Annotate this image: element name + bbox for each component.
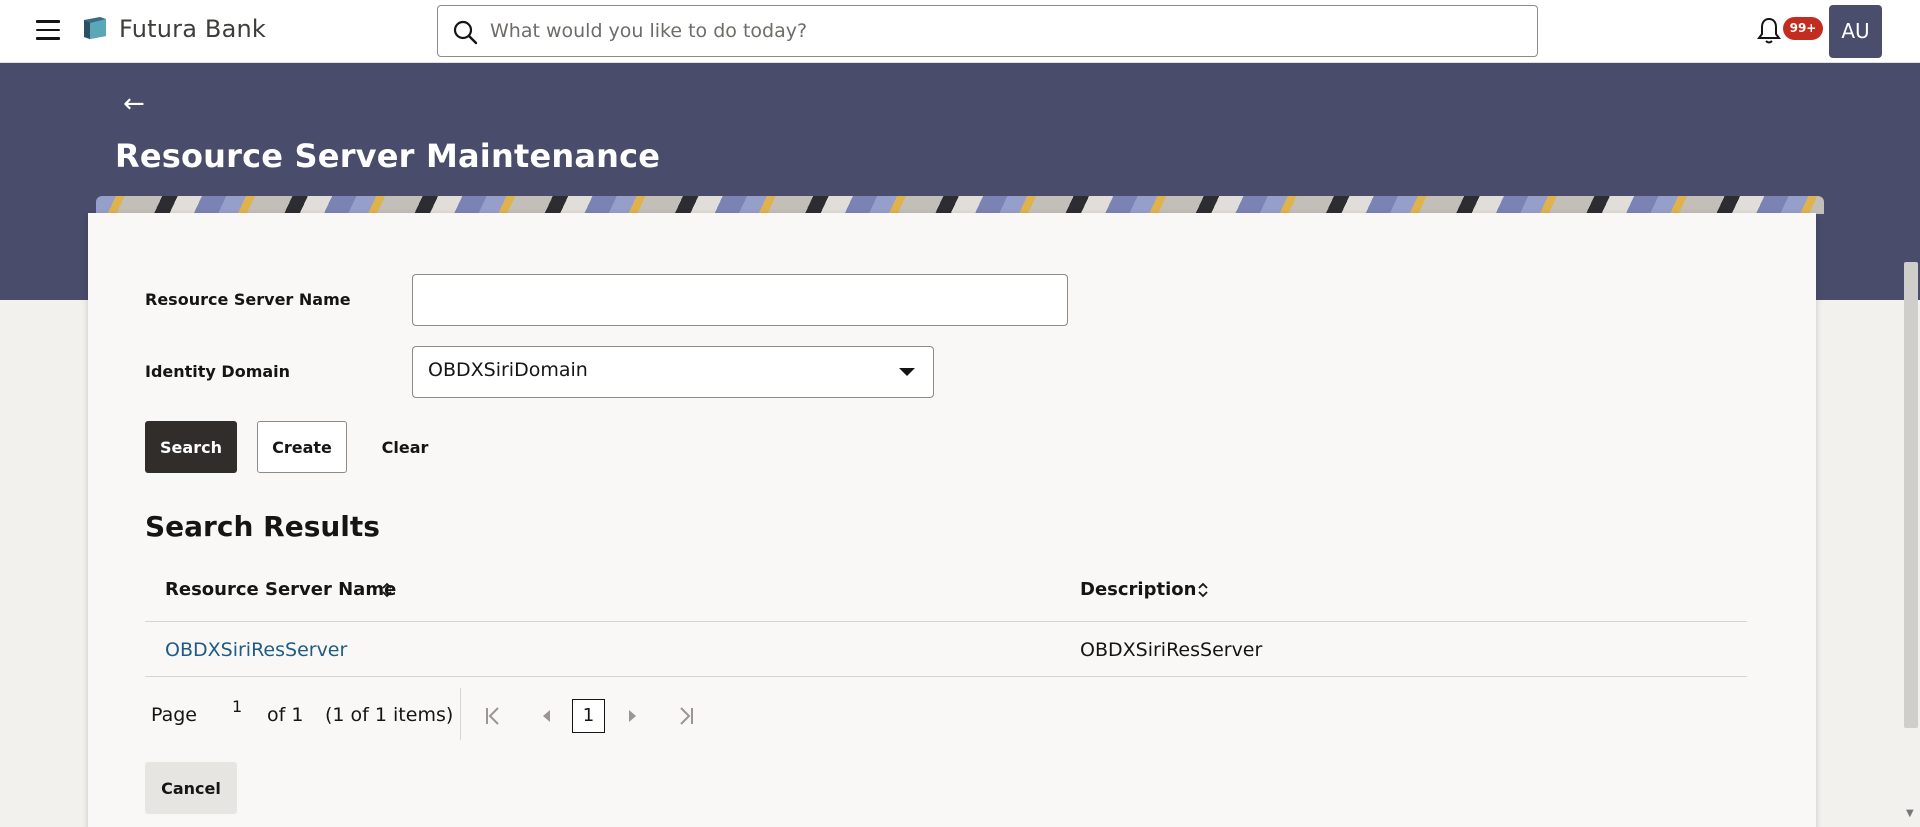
search-icon bbox=[453, 20, 478, 45]
back-arrow-icon[interactable]: ← bbox=[123, 91, 145, 117]
page-total-label: of 1 bbox=[267, 704, 304, 726]
search-button[interactable]: Search bbox=[145, 421, 237, 473]
brand-name: Futura Bank bbox=[119, 15, 267, 43]
current-page-input[interactable]: 1 bbox=[232, 697, 242, 716]
last-page-icon[interactable] bbox=[674, 705, 696, 727]
items-count-label: (1 of 1 items) bbox=[325, 704, 454, 726]
decorative-banner-strip bbox=[96, 196, 1824, 214]
global-search-input[interactable] bbox=[490, 16, 1520, 46]
table-row-divider bbox=[145, 676, 1747, 677]
next-page-icon[interactable] bbox=[621, 705, 643, 727]
page-scrollbar[interactable] bbox=[1904, 262, 1918, 728]
table-header-divider bbox=[145, 621, 1747, 622]
notification-bell-icon[interactable] bbox=[1756, 16, 1782, 46]
top-header: Futura Bank 99+ AU bbox=[0, 0, 1920, 63]
identity-domain-selected-value: OBDXSiriDomain bbox=[428, 359, 588, 381]
page-label: Page bbox=[151, 704, 197, 726]
column-header-resource-server-name[interactable]: Resource Server Name bbox=[165, 579, 396, 600]
identity-domain-select[interactable]: OBDXSiriDomain bbox=[412, 346, 934, 398]
page-title: Resource Server Maintenance bbox=[115, 137, 661, 175]
bank-logo-icon bbox=[84, 17, 106, 39]
description-cell: OBDXSiriResServer bbox=[1080, 639, 1263, 661]
notification-count-badge: 99+ bbox=[1783, 17, 1823, 40]
user-avatar[interactable]: AU bbox=[1829, 5, 1882, 58]
create-button[interactable]: Create bbox=[257, 421, 347, 473]
global-search-box[interactable] bbox=[437, 5, 1538, 57]
sort-icon[interactable] bbox=[1197, 581, 1209, 599]
hamburger-menu-icon[interactable] bbox=[36, 20, 60, 40]
previous-page-icon[interactable] bbox=[536, 705, 558, 727]
dropdown-caret-icon bbox=[899, 368, 915, 376]
sort-icon[interactable] bbox=[381, 581, 393, 599]
search-results-title: Search Results bbox=[145, 510, 380, 543]
page-number-button[interactable]: 1 bbox=[572, 699, 605, 733]
resource-server-name-label: Resource Server Name bbox=[145, 290, 351, 309]
cancel-button[interactable]: Cancel bbox=[145, 762, 237, 814]
clear-button[interactable]: Clear bbox=[370, 421, 440, 473]
identity-domain-label: Identity Domain bbox=[145, 362, 291, 381]
resource-server-link[interactable]: OBDXSiriResServer bbox=[165, 639, 347, 661]
scroll-down-icon[interactable]: ▼ bbox=[1906, 808, 1914, 819]
first-page-icon[interactable] bbox=[483, 705, 505, 727]
column-header-description[interactable]: Description bbox=[1080, 579, 1196, 600]
pagination-divider bbox=[460, 688, 461, 740]
resource-server-name-input[interactable] bbox=[412, 274, 1068, 326]
